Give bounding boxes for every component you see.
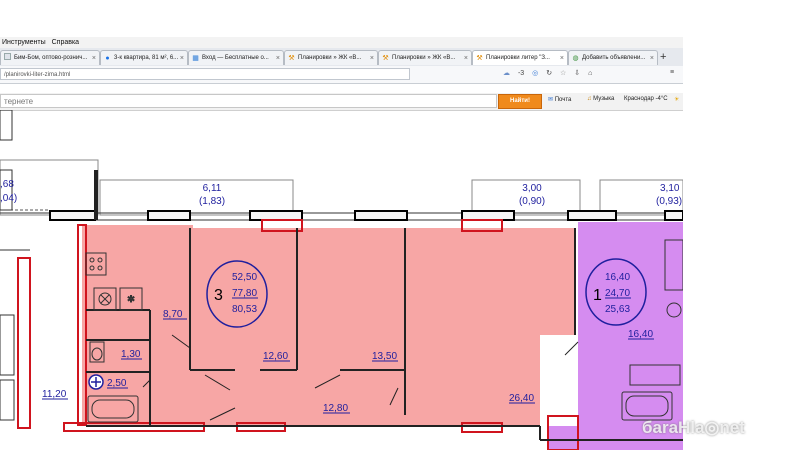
watermark: бaraHla◎net <box>642 418 745 437</box>
apartment-3-total: 77,80 <box>232 288 257 299</box>
room-area-neighbor: 11,20 <box>42 389 67 400</box>
url-field[interactable]: /planirovki-liter-zima.html <box>0 68 410 80</box>
close-icon[interactable]: × <box>180 51 184 65</box>
room-area-wc: 1,30 <box>121 349 141 360</box>
balcony-area-3-10: 3,10 <box>660 183 680 194</box>
star-icon[interactable]: ☆ <box>560 70 566 77</box>
balcony-left <box>0 159 99 216</box>
menu-tools[interactable]: Инструменты <box>0 39 48 46</box>
room-area-hall: 8,70 <box>163 309 183 320</box>
music-label: Музыка <box>593 96 615 102</box>
tab-1[interactable]: Бим-Бом, оптово-рознич... × <box>0 50 100 65</box>
sun-icon: ☀ <box>674 97 680 103</box>
address-bar: /planirovki-liter-zima.html ☁ -3 ◎ ↻ ☆ ⇩… <box>0 66 683 84</box>
tab-bar: Бим-Бом, оптово-рознич... × ● 3-к квартира… <box>0 48 683 67</box>
crane-icon: ⚒ <box>288 55 295 62</box>
close-icon[interactable]: × <box>560 51 564 65</box>
tab-label: Планировки » ЖК «В... <box>298 55 362 61</box>
apartment-3-fill <box>82 225 575 426</box>
apartment-1-living: 16,40 <box>605 272 630 283</box>
shower-valve-icon <box>88 374 104 390</box>
tab-label: Планировки литер "З... <box>486 55 550 61</box>
close-icon[interactable]: × <box>464 51 468 65</box>
music-icon: ♫ <box>587 96 592 102</box>
balcony-sub-6-11: (1,83) <box>199 196 225 207</box>
windows-icon: ▦ <box>192 55 199 62</box>
browser-window: Инструменты Справка Бим-Бом, оптово-розн… <box>0 0 683 450</box>
tab-7[interactable]: ◍ Добавить объявлени... × <box>568 50 658 65</box>
new-tab-button[interactable]: + <box>660 50 666 64</box>
cloud-icon[interactable]: ☁ <box>503 70 510 77</box>
tab-label: 3-к квартира, 81 м², 6... <box>114 55 179 61</box>
apartment-1-with-balcony: 25,63 <box>605 304 630 315</box>
desktop-background <box>683 0 800 450</box>
mail-label: Почта <box>554 97 572 103</box>
neighbor-walls <box>0 109 30 421</box>
balcony-sub-3-00: (0,90) <box>519 196 545 207</box>
mail-link[interactable]: ✉ Почта <box>548 96 571 103</box>
room-area-bath: 2,50 <box>107 378 127 389</box>
apartment-1-total: 24,70 <box>605 288 630 299</box>
tab-2[interactable]: ● 3-к квартира, 81 м², 6... × <box>100 50 188 65</box>
close-icon[interactable]: × <box>92 51 96 65</box>
room-area-kitchen: 26,40 <box>509 393 534 404</box>
music-link[interactable]: ♫ Музыка <box>587 96 614 102</box>
toolbar-icons: ☁ -3 ◎ ↻ ☆ ⇩ ⌂ ≡ <box>503 69 674 77</box>
balcony-sub-3-10: (0,93) <box>656 196 682 207</box>
tab-label: Вход — Бесплатные о... <box>202 55 269 61</box>
apartment-1-rooms: 1 <box>593 287 602 304</box>
page-icon <box>4 53 11 60</box>
tab-3[interactable]: ▦ Вход — Бесплатные о... × <box>188 50 284 65</box>
crane-icon: ⚒ <box>476 55 483 62</box>
balcony-sub-left: ,04) <box>0 193 17 204</box>
apartment-3-living: 52,50 <box>232 272 257 283</box>
close-icon[interactable]: × <box>650 51 654 65</box>
tab-label: Добавить объявлени... <box>582 55 646 61</box>
menu-bar: Инструменты Справка <box>0 37 683 48</box>
crane-icon: ⚒ <box>382 55 389 62</box>
floor-plan: ✲ ,68 ,04) 6,11 (1,83) 3,00 (0,90) 3,10 … <box>0 109 683 450</box>
weather-link[interactable]: Краснодар -4°C <box>624 96 668 102</box>
earth-icon[interactable]: ◎ <box>532 70 538 77</box>
avito-icon: ● <box>105 55 110 62</box>
balcony-6-11 <box>99 179 294 216</box>
download-icon[interactable]: ⇩ <box>574 70 580 77</box>
tab-label: Бим-Бом, оптово-рознич... <box>14 55 88 61</box>
tab-5[interactable]: ⚒ Планировки » ЖК «В... × <box>378 50 472 65</box>
mail-icon: ✉ <box>548 97 554 103</box>
toolbar-counter[interactable]: -3 <box>518 70 524 77</box>
balcony-area-3-00: 3,00 <box>522 183 542 194</box>
tab-label: Планировки » ЖК «В... <box>392 55 456 61</box>
search-input[interactable]: тернете <box>0 94 497 108</box>
search-button[interactable]: Найти! <box>498 94 542 109</box>
refresh-icon[interactable]: ↻ <box>546 70 552 77</box>
room-area-left: 12,60 <box>263 351 288 362</box>
search-bar: тернете Найти! ✉ Почта ♫ Музыка Краснода… <box>0 93 683 111</box>
menu-icon[interactable]: ≡ <box>670 69 674 76</box>
room-area-apt1: 16,40 <box>628 329 653 340</box>
balcony-area-6-11: 6,11 <box>203 183 222 194</box>
svg-text:✲: ✲ <box>127 294 135 304</box>
apartment-3-with-balcony: 80,53 <box>232 304 257 315</box>
apartment-3-rooms: 3 <box>214 287 223 304</box>
earth-icon: ◍ <box>572 55 579 62</box>
home-icon[interactable]: ⌂ <box>588 70 592 77</box>
room-area-mid: 13,50 <box>372 351 397 362</box>
close-icon[interactable]: × <box>370 51 374 65</box>
menu-help[interactable]: Справка <box>50 39 81 46</box>
room-area-corridor: 12,80 <box>323 403 348 414</box>
balcony-area-left: ,68 <box>0 179 14 190</box>
tab-4[interactable]: ⚒ Планировки » ЖК «В... × <box>284 50 378 65</box>
close-icon[interactable]: × <box>276 51 280 65</box>
tab-6-active[interactable]: ⚒ Планировки литер "З... × <box>472 50 568 65</box>
floor-plan-area: ✲ ,68 ,04) 6,11 (1,83) 3,00 (0,90) 3,10 … <box>0 109 683 450</box>
